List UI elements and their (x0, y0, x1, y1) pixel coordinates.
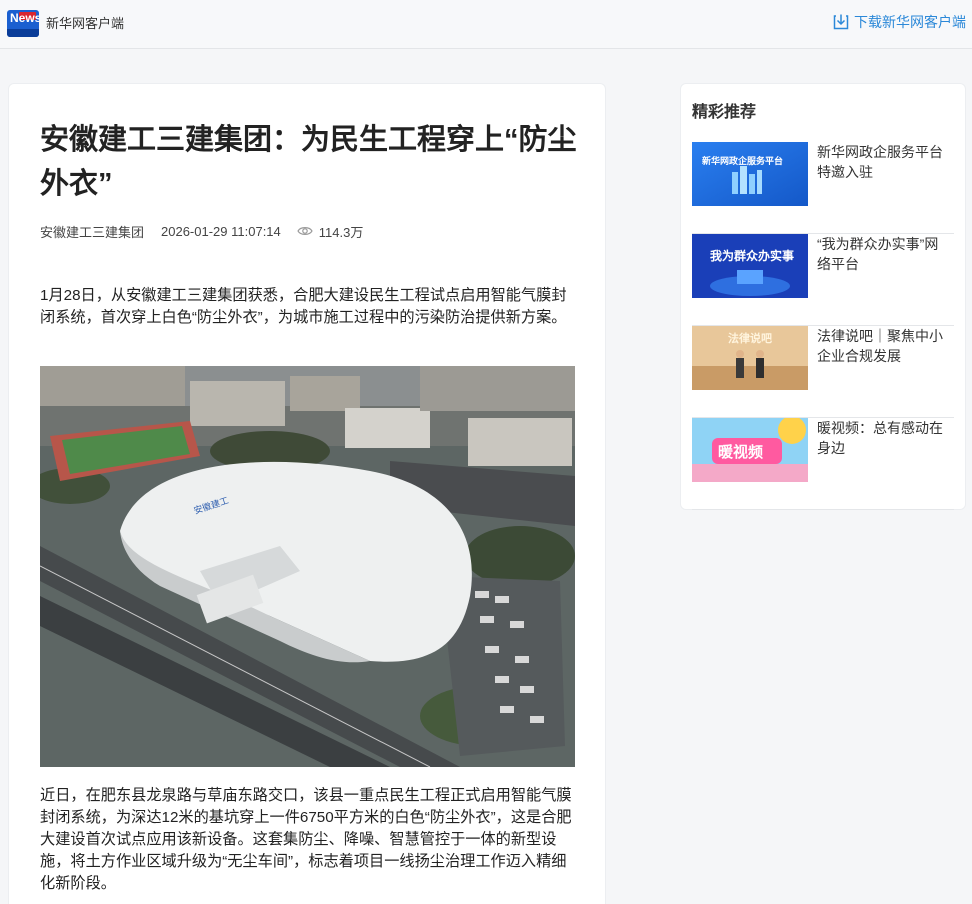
article-paragraph: 近日，在肥东县龙泉路与草庙东路交口，该县一重点民生工程正式启用智能气膜封闭系统，… (40, 787, 572, 892)
article-meta: 安徽建工三建集团 2026-01-29 11:07:14 114.3万 (40, 222, 363, 240)
recommend-thumbnail[interactable]: 新华网政企服务平台 (692, 142, 808, 206)
article-source[interactable]: 安徽建工三建集团 (40, 222, 144, 241)
download-app-link[interactable]: 下载新华网客户端 (832, 12, 966, 32)
logo-band (7, 29, 39, 37)
xinhua-logo[interactable]: News (7, 10, 39, 37)
view-count: 114.3万 (297, 222, 364, 241)
thumb-text: 暖视频 (718, 443, 763, 461)
article-paragraph: 1月28日，从安徽建工三建集团获悉，合肥大建设民生工程试点启用智能气膜封闭系统，… (40, 287, 567, 326)
air-dome-aerial-photo: 安徽建工 (40, 366, 575, 767)
article-photo[interactable]: 安徽建工 (40, 366, 575, 767)
recommend-thumbnail[interactable]: 我为群众办实事 (692, 234, 808, 298)
download-label: 下载新华网客户端 (854, 14, 966, 30)
recommend-thumbnail[interactable]: 暖视频 (692, 418, 808, 482)
view-count-value: 114.3万 (318, 224, 364, 240)
eye-icon (297, 227, 313, 235)
recommend-caption[interactable]: 法律说吧｜聚焦中小企业合规发展 (817, 326, 950, 366)
recommend-caption[interactable]: 新华网政企服务平台特邀入驻 (817, 142, 950, 182)
thumb-text: 法律说吧 (728, 331, 772, 345)
recommend-caption[interactable]: “我为群众办实事”网络平台 (817, 234, 950, 274)
article-date: 2026-01-29 11:07:14 (161, 223, 281, 239)
recommend-caption[interactable]: 暖视频：总有感动在身边 (817, 418, 950, 458)
recommend-item[interactable]: 我为群众办实事 “我为群众办实事”网络平台 (692, 234, 954, 326)
recommend-thumbnail[interactable]: 法律说吧 (692, 326, 808, 390)
recommend-item[interactable]: 法律说吧 法律说吧｜聚焦中小企业合规发展 (692, 326, 954, 418)
thumb-text: 我为群众办实事 (710, 248, 794, 263)
thumb-text: 新华网政企服务平台 (702, 155, 783, 166)
logo-text: News (10, 11, 39, 25)
sidebar-title: 精彩推荐 (692, 104, 757, 121)
top-bar: News 新华网客户端 下载新华网客户端 (0, 0, 972, 49)
recommend-sidebar: 精彩推荐 新华网政企服务平台 新华网政企服务平台特邀入驻 我为群众办实事 “我为… (680, 83, 966, 510)
download-icon (833, 14, 849, 30)
recommend-item[interactable]: 新华网政企服务平台 新华网政企服务平台特邀入驻 (692, 142, 954, 234)
recommend-item[interactable]: 暖视频 暖视频：总有感动在身边 (692, 418, 954, 510)
article-card: 安徽建工三建集团：为民生工程穿上“防尘外衣” 安徽建工三建集团 2026-01-… (8, 83, 606, 904)
article-title: 安徽建工三建集团：为民生工程穿上“防尘外衣” (40, 124, 577, 200)
app-name: 新华网客户端 (46, 16, 125, 31)
